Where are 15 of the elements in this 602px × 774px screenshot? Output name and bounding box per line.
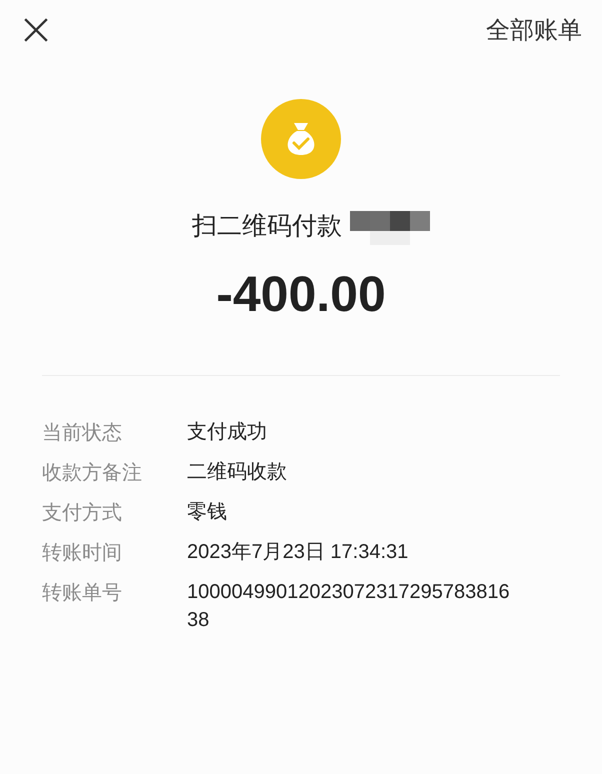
detail-label: 转账时间 xyxy=(42,539,123,566)
detail-label: 收款方备注 xyxy=(42,459,143,486)
payment-amount: -400.00 xyxy=(215,265,387,323)
detail-value: 二维码收款 xyxy=(187,460,288,485)
detail-value: 零钱 xyxy=(187,500,228,525)
detail-label: 支付方式 xyxy=(42,499,123,526)
money-bag-icon xyxy=(261,99,341,179)
detail-label: 当前状态 xyxy=(42,419,123,446)
detail-value: 2023年7月23日 17:34:31 xyxy=(187,540,410,565)
all-bills-link[interactable]: 全部账单 xyxy=(486,14,582,46)
detail-label: 转账单号 xyxy=(42,579,123,606)
detail-value: 支付成功 xyxy=(187,420,268,445)
close-icon[interactable] xyxy=(23,17,49,43)
detail-value: 1000049901202307231729578381638 xyxy=(187,580,511,633)
payment-title: 扫二维码付款 xyxy=(192,210,342,242)
